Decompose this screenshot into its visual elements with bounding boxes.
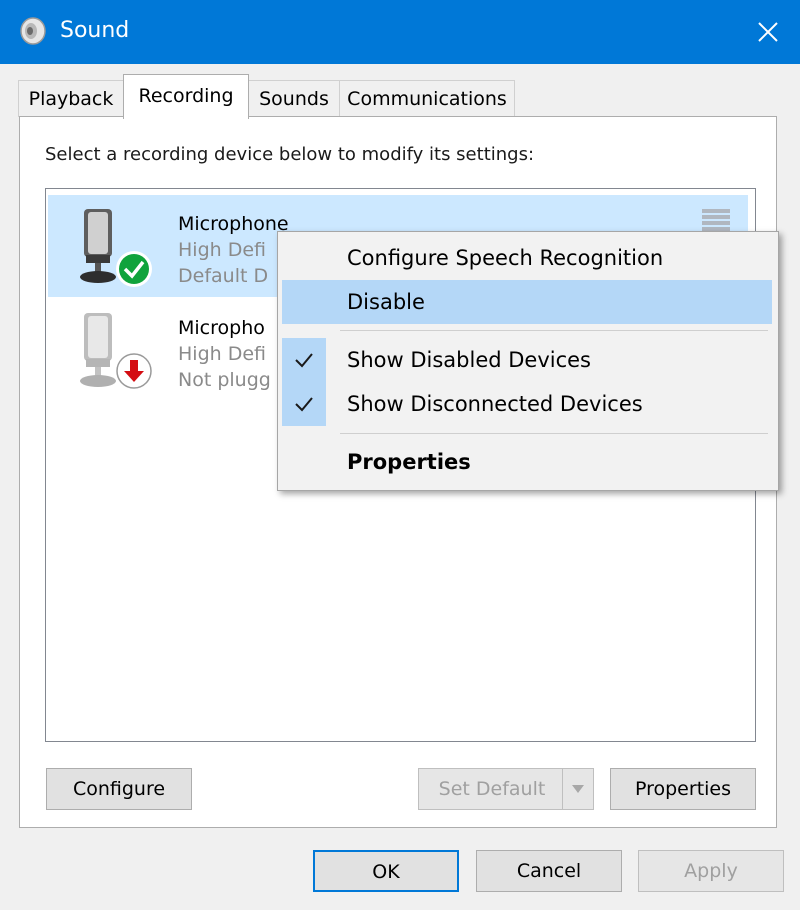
menu-item-label: Show Disabled Devices [347, 348, 592, 372]
device-description: High Defi [178, 343, 266, 365]
checkmark-icon [282, 382, 326, 426]
red-down-arrow-icon [114, 351, 154, 391]
device-name: Microphone [178, 213, 289, 235]
device-status: Not plugg [178, 369, 271, 391]
device-name: Micropho [178, 317, 265, 339]
sound-dialog: Sound Playback Recording Sounds Communic… [0, 0, 800, 910]
tab-recording[interactable]: Recording [123, 74, 249, 119]
menu-separator [340, 433, 768, 434]
cancel-button[interactable]: Cancel [476, 850, 622, 892]
ok-button[interactable]: OK [313, 850, 459, 892]
speaker-icon [18, 16, 48, 46]
tab-label: Recording [138, 85, 234, 107]
menu-item-show-disconnected-devices[interactable]: Show Disconnected Devices [282, 382, 772, 426]
menu-item-label: Disable [347, 290, 425, 314]
context-menu: Configure Speech Recognition Disable Sho… [277, 231, 779, 491]
tab-playback[interactable]: Playback [18, 80, 124, 117]
green-check-icon [114, 249, 154, 289]
tab-sounds[interactable]: Sounds [248, 80, 340, 117]
device-description: High Defi [178, 239, 266, 261]
menu-item-properties[interactable]: Properties [282, 440, 772, 484]
menu-item-disable[interactable]: Disable [282, 280, 772, 324]
apply-button: Apply [638, 850, 784, 892]
tab-label: Playback [28, 88, 114, 110]
level-meter-icon [702, 209, 730, 231]
chevron-down-icon [562, 769, 593, 809]
menu-separator [340, 330, 768, 331]
menu-item-label: Configure Speech Recognition [347, 246, 664, 270]
instruction-text: Select a recording device below to modif… [45, 144, 535, 165]
properties-button[interactable]: Properties [610, 768, 756, 810]
menu-item-label: Properties [347, 450, 471, 474]
window-title: Sound [60, 18, 130, 43]
set-default-button: Set Default [418, 768, 594, 810]
tab-label: Sounds [259, 88, 329, 110]
tab-label: Communications [347, 88, 507, 110]
set-default-label: Set Default [438, 778, 546, 800]
menu-item-configure-speech-recognition[interactable]: Configure Speech Recognition [282, 236, 772, 280]
device-status: Default D [178, 265, 269, 287]
configure-button[interactable]: Configure [46, 768, 192, 810]
tab-communications[interactable]: Communications [339, 80, 515, 117]
checkmark-icon [282, 338, 326, 382]
close-icon [758, 22, 778, 42]
title-bar[interactable]: Sound [0, 0, 800, 64]
menu-item-label: Show Disconnected Devices [347, 392, 643, 416]
close-button[interactable] [736, 0, 800, 64]
menu-item-show-disabled-devices[interactable]: Show Disabled Devices [282, 338, 772, 382]
